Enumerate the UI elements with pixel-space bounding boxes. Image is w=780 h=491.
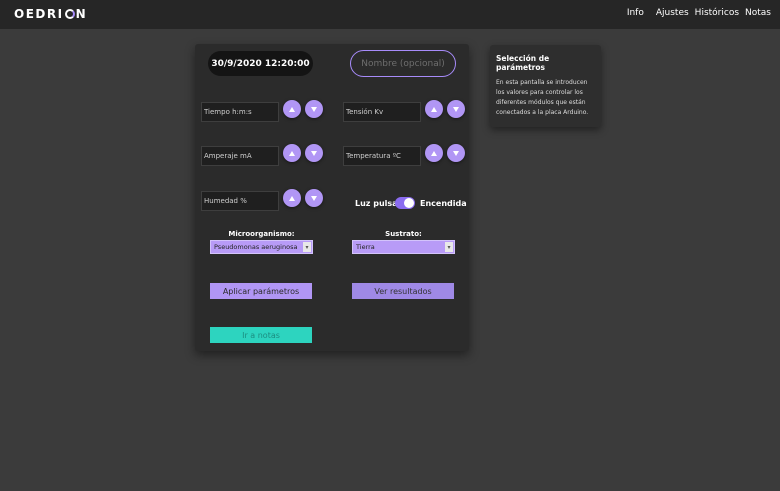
tension-increase-button[interactable] <box>425 100 443 118</box>
sustrato-value: Tierra <box>356 243 375 251</box>
logo-text-end: N <box>75 7 88 21</box>
chevron-down-icon: ▾ <box>303 242 311 252</box>
triangle-down-icon <box>311 150 317 156</box>
nav-notas[interactable]: Notas <box>745 8 771 18</box>
amperaje-decrease-button[interactable] <box>305 144 323 162</box>
view-results-button[interactable]: Ver resultados <box>352 283 454 299</box>
sustrato-label: Sustrato: <box>385 230 422 238</box>
amperaje-field[interactable]: Amperaje mA <box>201 146 279 166</box>
microorganismo-label: Microorganismo: <box>228 230 295 238</box>
tiempo-increase-button[interactable] <box>283 100 301 118</box>
app-logo[interactable]: OEDRI N <box>14 7 87 21</box>
toggle-knob <box>404 198 414 208</box>
name-input[interactable] <box>350 50 456 77</box>
temperatura-increase-button[interactable] <box>425 144 443 162</box>
triangle-down-icon <box>311 195 317 201</box>
nav-historicos[interactable]: Históricos <box>695 8 739 18</box>
amperaje-increase-button[interactable] <box>283 144 301 162</box>
apply-parameters-button[interactable]: Aplicar parámetros <box>210 283 312 299</box>
tiempo-decrease-button[interactable] <box>305 100 323 118</box>
tension-decrease-button[interactable] <box>447 100 465 118</box>
datetime-display: 30/9/2020 12:20:00 <box>208 51 313 76</box>
triangle-down-icon <box>311 106 317 112</box>
nav-info[interactable]: Info <box>627 8 644 18</box>
temperatura-decrease-button[interactable] <box>447 144 465 162</box>
humedad-increase-button[interactable] <box>283 189 301 207</box>
temperatura-field[interactable]: Temperatura ºC <box>343 146 421 166</box>
triangle-up-icon <box>431 150 437 156</box>
logo-o-icon <box>64 9 75 19</box>
info-title: Selección de parámetros <box>496 54 550 72</box>
triangle-down-icon <box>453 150 459 156</box>
triangle-up-icon <box>431 106 437 112</box>
luz-state-label: Encendida <box>420 199 467 208</box>
tension-field[interactable]: Tensión Kv <box>343 102 421 122</box>
nav-ajustes[interactable]: Ajustes <box>656 8 689 18</box>
microorganismo-select[interactable]: Pseudomonas aeruginosa ▾ <box>210 240 313 254</box>
top-bar: OEDRI N Info Ajustes Históricos Notas <box>0 0 780 29</box>
logo-text: OEDRI <box>14 7 64 21</box>
info-body: En esta pantalla se introducen los valor… <box>496 79 589 116</box>
humedad-decrease-button[interactable] <box>305 189 323 207</box>
chevron-down-icon: ▾ <box>445 242 453 252</box>
microorganismo-value: Pseudomonas aeruginosa <box>214 243 298 251</box>
triangle-up-icon <box>289 150 295 156</box>
triangle-down-icon <box>453 106 459 112</box>
info-panel: Selección de parámetros En esta pantalla… <box>490 45 601 127</box>
luz-pulsada-toggle[interactable] <box>395 197 415 209</box>
parameters-card: 30/9/2020 12:20:00 Tiempo h:m:s Tensión … <box>195 44 469 351</box>
sustrato-select[interactable]: Tierra ▾ <box>352 240 455 254</box>
go-to-notes-button[interactable]: Ir a notas <box>210 327 312 343</box>
tiempo-field[interactable]: Tiempo h:m:s <box>201 102 279 122</box>
humedad-field[interactable]: Humedad % <box>201 191 279 211</box>
triangle-up-icon <box>289 106 295 112</box>
main-nav: Info Ajustes Históricos Notas <box>627 8 771 18</box>
triangle-up-icon <box>289 195 295 201</box>
